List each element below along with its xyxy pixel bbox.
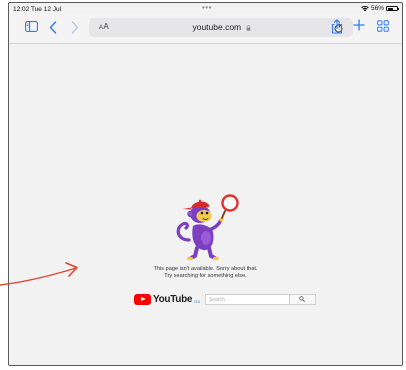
status-time: 12:02 Tue 12 Jul xyxy=(13,6,62,13)
youtube-play-icon xyxy=(134,293,151,305)
youtube-logo[interactable]: YouTube GB xyxy=(134,293,200,305)
battery-fill xyxy=(387,7,393,10)
youtube-country-code: GB xyxy=(194,298,200,304)
multitasking-dots[interactable]: ••• xyxy=(202,3,212,12)
battery-percent: 56% xyxy=(370,5,384,12)
share-icon[interactable] xyxy=(331,18,343,34)
lock-icon xyxy=(246,23,250,31)
chevron-right-icon[interactable] xyxy=(70,20,80,34)
url-text: youtube.com xyxy=(192,22,242,32)
search-icon xyxy=(299,296,306,302)
ipad-screen: 12:02 Tue 12 Jul ••• 56% AA youtube.com … xyxy=(8,2,403,366)
annotation-arrow xyxy=(0,262,78,286)
wifi-icon xyxy=(361,5,369,12)
address-bar[interactable]: AA youtube.com xyxy=(89,18,353,37)
tabs-grid-icon[interactable] xyxy=(377,20,389,32)
url-display[interactable]: youtube.com xyxy=(89,22,353,32)
youtube-search-row: YouTube GB Search xyxy=(134,292,316,306)
search-input[interactable]: Search xyxy=(204,293,290,305)
battery-icon xyxy=(386,6,399,11)
monkey-illustration xyxy=(176,194,239,261)
browser-toolbar: AA youtube.com xyxy=(9,15,402,44)
page: 12:02 Tue 12 Jul ••• 56% AA youtube.com … xyxy=(0,0,406,370)
youtube-wordmark: YouTube xyxy=(153,293,193,305)
sidebar-icon[interactable] xyxy=(25,21,38,32)
status-right: 56% xyxy=(361,5,399,12)
search-button[interactable] xyxy=(289,293,316,305)
status-bar: 12:02 Tue 12 Jul ••• 56% xyxy=(9,3,402,15)
chevron-left-icon[interactable] xyxy=(48,20,58,34)
plus-icon[interactable] xyxy=(353,18,365,32)
